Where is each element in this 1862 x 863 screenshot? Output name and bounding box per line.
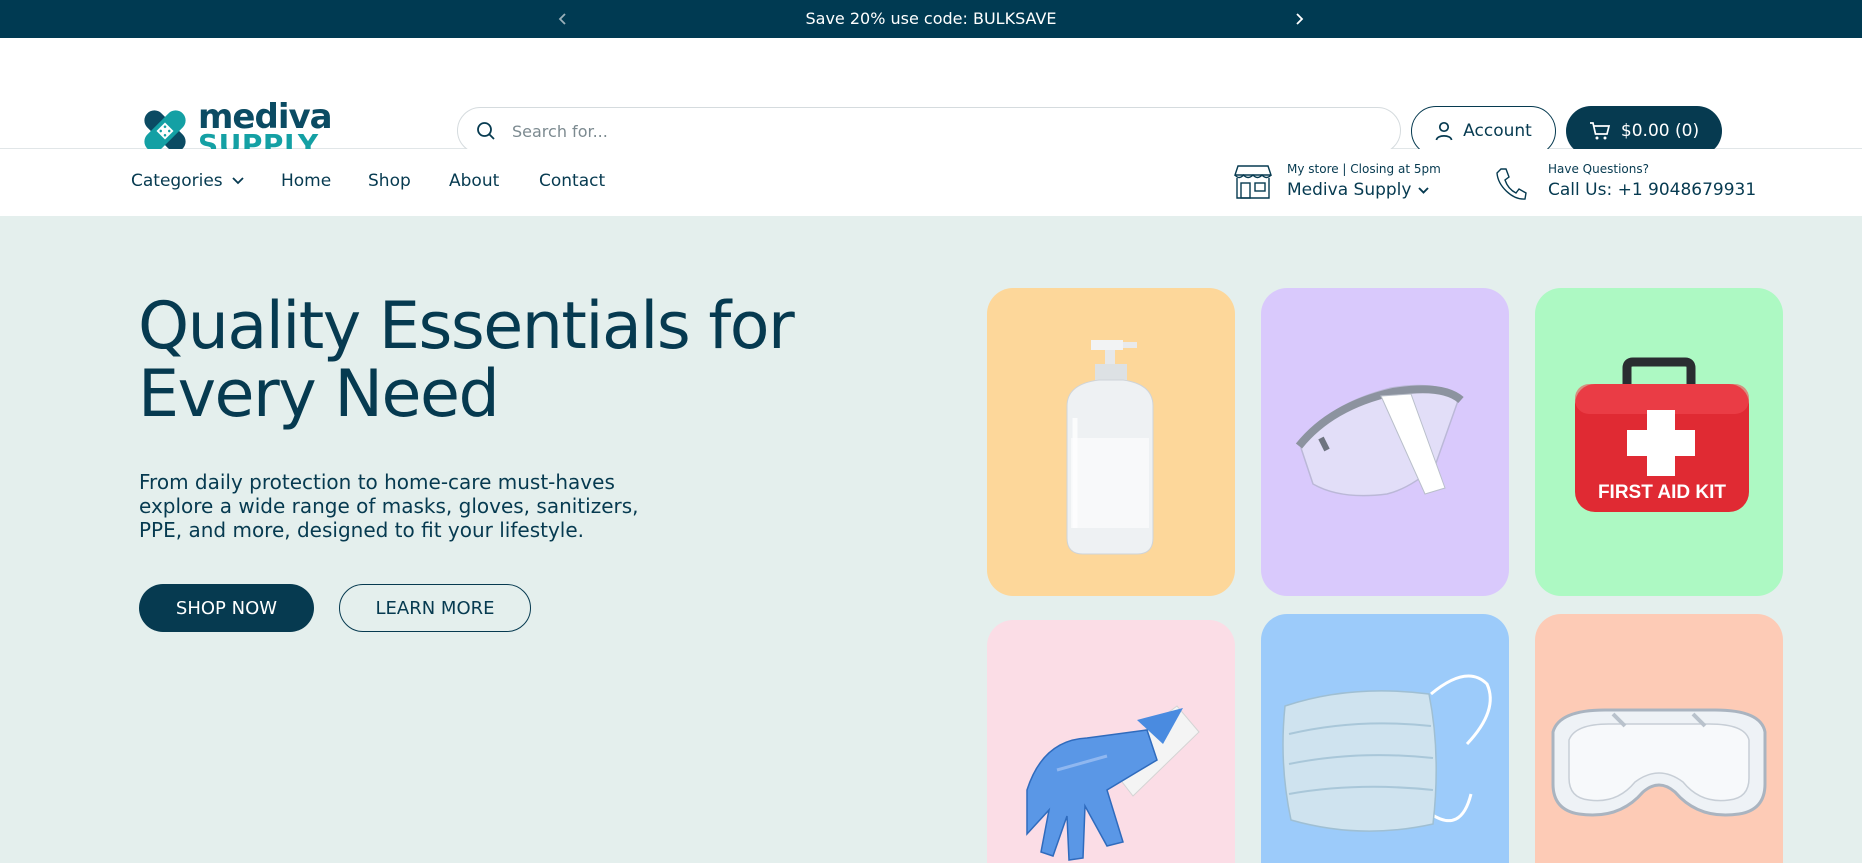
gloves-image — [1026, 705, 1200, 861]
hero-description: From daily protection to home-care must-… — [139, 470, 639, 542]
nav-item-label: Categories — [131, 171, 223, 191]
contact-caption: Have Questions? — [1548, 162, 1649, 176]
nav-item-label: Shop — [368, 171, 411, 191]
face-mask-image — [1282, 674, 1492, 832]
nav-item-label: About — [449, 171, 500, 191]
announcement-text: Save 20% use code: BULKSAVE — [805, 9, 1057, 28]
search-input[interactable] — [510, 108, 1374, 155]
nav-item-label: Contact — [539, 171, 606, 191]
phone-icon — [1496, 168, 1527, 200]
nav-item-contact[interactable]: Contact — [539, 171, 605, 191]
first-aid-kit-image: FIRST AID KIT — [1575, 357, 1749, 512]
nav-item-categories[interactable]: Categories — [131, 171, 245, 191]
product-tile-first-aid[interactable]: FIRST AID KIT — [1535, 288, 1783, 596]
contact-phone-link[interactable]: Call Us: +1 9048679931 — [1548, 180, 1756, 200]
announcement-bar: Save 20% use code: BULKSAVE — [0, 0, 1862, 38]
cart-icon — [1589, 122, 1611, 140]
nav-item-label: Home — [281, 171, 332, 191]
site-header: mediva SUPPLY Account $0.00 (0) — [0, 38, 1862, 159]
user-icon — [1435, 121, 1453, 141]
product-tile-goggles[interactable] — [1535, 614, 1783, 863]
chevron-down-icon — [232, 177, 244, 185]
storefront-icon — [1234, 165, 1272, 199]
main-nav: Categories Home Shop About Contact My st… — [0, 149, 1862, 216]
search-bar — [457, 107, 1401, 155]
product-tile-face-mask[interactable] — [1261, 614, 1509, 863]
product-tile-gloves[interactable] — [987, 620, 1235, 863]
first-aid-kit-label: FIRST AID KIT — [1598, 482, 1726, 503]
face-shield-image — [1295, 384, 1464, 497]
store-caption: My store | Closing at 5pm — [1287, 162, 1441, 176]
chevron-down-icon — [1418, 186, 1430, 194]
cart-total: $0.00 (0) — [1620, 121, 1700, 141]
hero-title: Quality Essentials for Every Need — [138, 289, 795, 432]
safety-goggles-image — [1551, 708, 1767, 817]
nav-item-shop[interactable]: Shop — [368, 171, 411, 191]
product-tile-sanitizer[interactable] — [987, 288, 1235, 596]
learn-more-button[interactable]: LEARN MORE — [339, 584, 531, 632]
nav-item-about[interactable]: About — [449, 171, 499, 191]
store-name: Mediva Supply — [1287, 180, 1412, 200]
nav-item-home[interactable]: Home — [281, 171, 331, 191]
chevron-right-icon — [1296, 13, 1304, 25]
store-name-dropdown[interactable]: Mediva Supply — [1287, 180, 1430, 200]
logo-wordmark-top: mediva — [198, 97, 333, 137]
product-tile-face-shield[interactable] — [1261, 288, 1509, 596]
account-label: Account — [1463, 121, 1532, 141]
announcement-next-button[interactable] — [1289, 9, 1309, 29]
shop-now-button[interactable]: SHOP NOW — [139, 584, 314, 632]
sanitizer-bottle-image — [1066, 340, 1154, 555]
search-icon[interactable] — [476, 121, 496, 141]
